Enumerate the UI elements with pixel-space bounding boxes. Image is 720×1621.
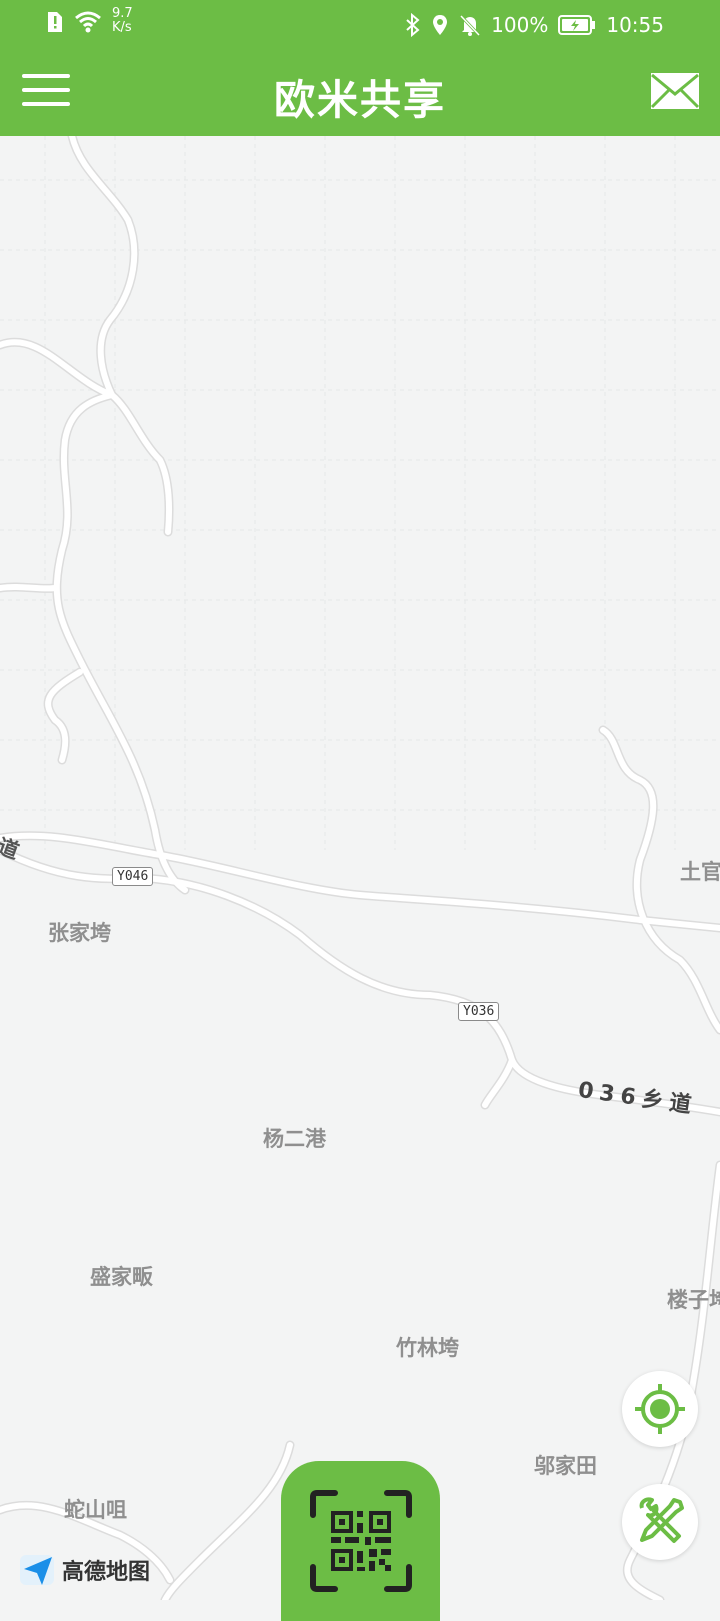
- scan-qr-button[interactable]: [281, 1461, 440, 1621]
- network-speed-unit: K/s: [112, 20, 132, 35]
- map-provider-name: 高德地图: [62, 1560, 151, 1585]
- maintenance-button[interactable]: [622, 1484, 698, 1560]
- sim-alert-icon: [48, 12, 62, 32]
- place-label-shengjiafan: 盛家畈: [90, 1265, 153, 1289]
- amap-arrow-icon: [20, 1555, 54, 1585]
- messages-button[interactable]: [650, 72, 700, 110]
- bluetooth-icon: [406, 13, 420, 37]
- wrench-screwdriver-icon: [639, 1497, 684, 1543]
- envelope-icon: [650, 73, 700, 109]
- locate-button[interactable]: [622, 1371, 698, 1447]
- battery-charging-icon: [558, 15, 596, 35]
- place-label-zhangjiawan: 张家垮: [48, 921, 111, 945]
- place-label-louzi: 楼子垮: [667, 1288, 720, 1312]
- mute-bell-icon: [460, 14, 481, 37]
- status-bar: 9.7 K/s 100% 10:55: [0, 0, 720, 48]
- app-header: 欧米共享: [0, 48, 720, 136]
- place-label-woujiatian: 邬家田: [534, 1454, 597, 1478]
- wifi-icon: [75, 11, 101, 33]
- clock: 10:55: [606, 13, 664, 37]
- battery-percent: 100%: [491, 13, 549, 37]
- network-speed: 9.7 K/s: [112, 7, 133, 35]
- page-title: 欧米共享: [274, 76, 446, 124]
- qr-code-scan-icon: [309, 1490, 412, 1592]
- status-left: 9.7 K/s: [46, 7, 133, 40]
- road-shield-y046: Y046: [112, 867, 154, 886]
- map-view[interactable]: 道 Y046 Y036 036乡道 张家垮 土官 杨二港 盛家畈 楼子垮 竹林垮…: [0, 136, 720, 1600]
- road-shield-y036: Y036: [458, 1002, 500, 1021]
- place-label-tuguan: 土官: [680, 860, 720, 884]
- map-roads: [0, 136, 720, 1600]
- network-speed-value: 9.7: [112, 6, 133, 21]
- status-right: 100% 10:55: [405, 10, 664, 40]
- location-pin-icon: [433, 15, 448, 35]
- crosshair-target-icon: [635, 1384, 685, 1434]
- place-label-shesanju: 蛇山咀: [64, 1498, 127, 1522]
- place-label-zhulinwan: 竹林垮: [396, 1336, 459, 1360]
- place-label-yangergang: 杨二港: [263, 1127, 326, 1151]
- map-provider-logo: 高德地图: [20, 1553, 150, 1587]
